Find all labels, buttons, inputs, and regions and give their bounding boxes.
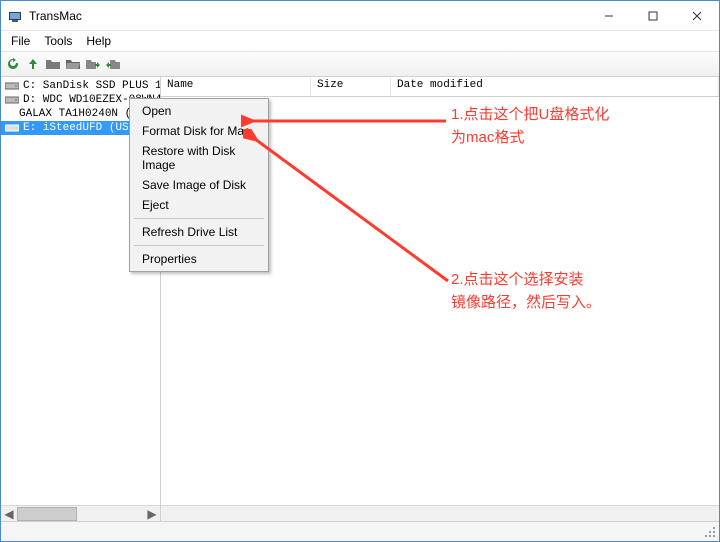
ctx-format-disk-for-mac[interactable]: Format Disk for Mac (130, 121, 268, 141)
drive-icon (5, 81, 19, 91)
ctx-refresh-drive-list[interactable]: Refresh Drive List (130, 222, 268, 242)
close-button[interactable] (675, 1, 719, 31)
folder-icon[interactable] (45, 56, 61, 72)
tree-scrollbar-horizontal[interactable]: ◀ ▶ (1, 505, 161, 521)
tree-item-label: C: SanDisk SSD PLUS 120 GB ( (23, 80, 161, 92)
window-controls (587, 1, 719, 31)
ctx-properties[interactable]: Properties (130, 249, 268, 269)
list-scrollbar-horizontal[interactable] (161, 505, 719, 521)
ctx-save-image-of-disk[interactable]: Save Image of Disk (130, 175, 268, 195)
scrollbar-thumb[interactable] (17, 507, 77, 521)
drive-icon (5, 95, 19, 105)
resize-grip-icon[interactable] (703, 525, 717, 539)
scroll-right-icon[interactable]: ▶ (144, 506, 160, 522)
content-area: C: SanDisk SSD PLUS 120 GB ( D: WDC WD10… (1, 77, 719, 505)
column-date[interactable]: Date modified (391, 77, 719, 96)
ctx-eject[interactable]: Eject (130, 195, 268, 215)
refresh-icon[interactable] (5, 56, 21, 72)
copy-to-icon[interactable] (85, 56, 101, 72)
drive-icon (5, 123, 19, 133)
statusbar (1, 521, 719, 541)
app-icon (7, 8, 23, 24)
open-folder-icon[interactable] (65, 56, 81, 72)
maximize-button[interactable] (631, 1, 675, 31)
toolbar (1, 51, 719, 77)
menubar: File Tools Help (1, 31, 719, 51)
menu-help[interactable]: Help (80, 33, 117, 49)
titlebar: TransMac (1, 1, 719, 31)
tree-item-drive-c[interactable]: C: SanDisk SSD PLUS 120 GB ( (1, 79, 160, 93)
ctx-separator (134, 245, 264, 246)
ctx-restore-with-disk-image[interactable]: Restore with Disk Image (130, 141, 268, 175)
scroll-left-icon[interactable]: ◀ (1, 506, 17, 522)
app-window: TransMac File Tools Help C: SanDisk SSD … (0, 0, 720, 542)
list-header: Name Size Date modified (161, 77, 719, 97)
menu-tools[interactable]: Tools (38, 33, 78, 49)
context-menu: Open Format Disk for Mac Restore with Di… (129, 98, 269, 272)
ctx-separator (134, 218, 264, 219)
minimize-button[interactable] (587, 1, 631, 31)
column-name[interactable]: Name (161, 77, 311, 96)
menu-file[interactable]: File (5, 33, 36, 49)
ctx-open[interactable]: Open (130, 101, 268, 121)
up-icon[interactable] (25, 56, 41, 72)
copy-from-icon[interactable] (105, 56, 121, 72)
window-title: TransMac (29, 9, 587, 23)
column-size[interactable]: Size (311, 77, 391, 96)
